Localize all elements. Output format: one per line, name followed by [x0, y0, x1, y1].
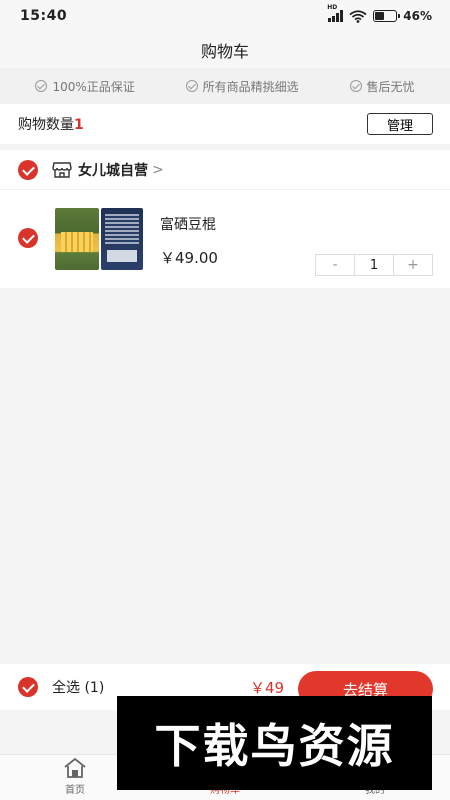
- guarantee-label: 100%正品保证: [52, 79, 135, 94]
- decrease-button[interactable]: -: [316, 255, 354, 275]
- battery-icon: [373, 10, 401, 22]
- package-back-image: [101, 208, 143, 270]
- product-name[interactable]: 富硒豆棍: [160, 214, 216, 234]
- total-price: ￥49: [250, 679, 285, 697]
- page-title: 购物车: [200, 42, 249, 61]
- cart-count-bar: 购物数量1 管理: [0, 104, 450, 144]
- product-image[interactable]: [55, 208, 143, 270]
- chevron-right-icon: >: [152, 161, 164, 178]
- item-checkbox[interactable]: [18, 228, 38, 248]
- store-row[interactable]: 女儿城自营 >: [0, 150, 450, 190]
- select-all-label[interactable]: 全选 (1): [52, 677, 104, 697]
- package-front-image: [55, 208, 99, 270]
- cart-item: 富硒豆棍 ￥49.00 - 1 +: [0, 190, 450, 288]
- store-icon: [52, 161, 72, 178]
- product-price: ￥49.00: [160, 249, 218, 267]
- cart-count-label: 购物数量: [18, 117, 74, 133]
- tab-home-label: 首页: [65, 785, 85, 796]
- quantity-stepper: - 1 +: [315, 254, 433, 276]
- guarantee-label: 售后无忧: [366, 79, 415, 94]
- wifi-icon: [349, 9, 367, 23]
- guarantee-item: 所有商品精挑细选: [185, 78, 299, 95]
- status-bar: 15:40 HD 46%: [0, 0, 450, 32]
- increase-button[interactable]: +: [394, 255, 432, 275]
- signal-icon: HD: [327, 4, 344, 22]
- cart-count: 购物数量1: [18, 114, 84, 134]
- status-icons: HD 46%: [327, 4, 432, 23]
- store-checkbox[interactable]: [18, 159, 38, 180]
- quantity-input[interactable]: 1: [354, 255, 394, 275]
- check-circle-icon: [185, 80, 198, 92]
- manage-button[interactable]: 管理: [367, 113, 433, 135]
- guarantee-label: 所有商品精挑细选: [202, 79, 299, 94]
- page-header: 购物车: [0, 32, 450, 68]
- check-circle-icon: [35, 80, 48, 92]
- battery-percent: 46%: [403, 9, 432, 23]
- store-name: 女儿城自营: [78, 162, 148, 179]
- network-type: HD: [327, 4, 338, 11]
- status-time: 15:40: [20, 8, 68, 24]
- watermark-banner: 下载鸟资源: [117, 696, 432, 790]
- guarantee-item: 售后无忧: [349, 78, 415, 95]
- select-all-checkbox[interactable]: [18, 677, 38, 697]
- home-icon: [64, 757, 86, 778]
- check-circle-icon: [349, 80, 362, 92]
- watermark-text: 下载鸟资源: [154, 719, 395, 773]
- guarantee-item: 100%正品保证: [35, 78, 135, 95]
- guarantee-bar: 100%正品保证 所有商品精挑细选 售后无忧: [0, 68, 450, 104]
- cart-count-value: 1: [74, 117, 84, 133]
